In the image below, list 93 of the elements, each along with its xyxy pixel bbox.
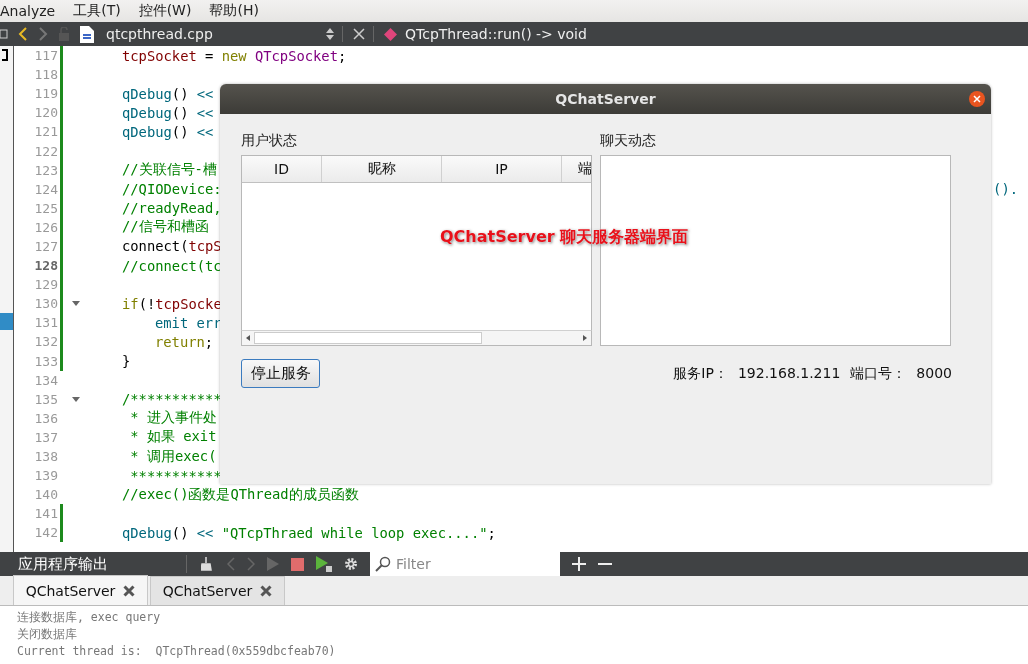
fold-arrow-icon[interactable] (72, 301, 80, 307)
close-icon[interactable] (969, 91, 985, 107)
line-number: 124 (33, 181, 58, 197)
line-number: 121 (33, 124, 58, 140)
line-number: 122 (33, 143, 58, 159)
code-line: *********** (129, 467, 222, 484)
line-number: 128 (33, 258, 58, 274)
fold-arrow-icon[interactable] (72, 396, 80, 402)
server-ip: 192.168.1.211 (737, 364, 841, 383)
stop-service-button[interactable]: 停止服务 (241, 359, 320, 388)
column-header[interactable]: IP (442, 156, 562, 182)
code-line: if(!tcpSocke (122, 295, 222, 312)
dropdown-arrows-icon[interactable] (326, 27, 334, 41)
line-number: 142 (33, 525, 58, 541)
menu-item[interactable]: Analyze (0, 3, 56, 19)
line-number: 123 (33, 162, 58, 178)
line-number: 117 (33, 48, 58, 64)
output-tab[interactable]: QChatServer (13, 575, 148, 605)
section-label: 聊天动态 (600, 131, 657, 150)
code-line: tcpSocket = new QTcpSocket; (122, 47, 347, 64)
code-line: //connect(tc (122, 257, 222, 274)
panel-title: 应用程序输出 (18, 554, 109, 574)
line-number: 132 (33, 334, 58, 350)
line-number: 135 (33, 391, 58, 407)
line-number: 137 (33, 429, 58, 445)
line-number: 126 (33, 219, 58, 235)
code-line: //信号和槽函 (122, 218, 209, 237)
port-value: 8000 (916, 364, 952, 383)
plus-icon[interactable] (572, 557, 586, 571)
code-line: return; (155, 333, 214, 350)
search-icon (375, 556, 391, 572)
menu-item[interactable]: 控件(W) (138, 2, 192, 20)
close-icon[interactable] (123, 584, 136, 597)
settings-icon[interactable] (344, 557, 358, 571)
code-line: * 调用exec( (129, 447, 217, 466)
code-line: //readyRead, (122, 200, 222, 217)
code-line: qDebug() << (122, 104, 214, 121)
code-fragment: (). (993, 181, 1018, 198)
line-number: 120 (33, 105, 58, 121)
line-number: 131 (33, 315, 58, 331)
line-number: 139 (33, 468, 58, 484)
code-line: qDebug() << "QTcpThraed while loop exec...."; (122, 524, 496, 541)
stop-icon[interactable] (291, 557, 304, 571)
cpp-file-icon (80, 25, 94, 43)
bracket-icon (2, 49, 8, 61)
column-header[interactable]: 昵称 (322, 156, 442, 182)
line-number: 118 (33, 67, 58, 83)
back-icon[interactable] (18, 27, 28, 41)
output-line: Current thread is: QTcpThread(0x559dbcfeab70) (17, 643, 337, 660)
split-icon[interactable] (0, 28, 8, 40)
output-line: 关闭数据库 (17, 626, 78, 643)
filter-field[interactable]: Filter (370, 552, 560, 576)
horizontal-scrollbar[interactable] (241, 330, 592, 346)
code-line: //关联信号-槽 (122, 161, 217, 180)
close-icon[interactable] (260, 585, 273, 597)
line-number: 138 (33, 449, 58, 464)
line-number: 129 (33, 277, 58, 293)
output-line: 连接数据库, exec query (17, 609, 162, 626)
code-line: connect(tcpS (122, 238, 222, 255)
scrollbar-thumb[interactable] (254, 332, 482, 344)
column-header[interactable]: ID (242, 156, 322, 182)
broom-icon[interactable] (201, 557, 215, 571)
code-line: emit err (155, 314, 222, 331)
line-number: 119 (33, 86, 58, 102)
line-number: 136 (33, 410, 58, 426)
line-number: 125 (33, 200, 58, 216)
code-line: /*********** (122, 391, 222, 408)
code-line: //QIODevice: (122, 181, 222, 198)
line-number: 130 (33, 296, 58, 312)
dialog-title: QChatServer (555, 91, 656, 107)
debug-run-icon[interactable] (316, 556, 332, 572)
output-tab[interactable]: QChatServer (150, 576, 285, 605)
line-number: 141 (33, 506, 58, 522)
line-number: 133 (33, 353, 58, 369)
code-line: * 如果 exit (129, 428, 217, 447)
code-line: qDebug() << (122, 85, 214, 102)
server-ip-label: 服务IP： (673, 364, 728, 383)
code-line: qDebug() << (122, 123, 214, 140)
line-number: 127 (33, 239, 58, 254)
section-label: 用户状态 (241, 131, 298, 150)
code-line: * 进入事件处 (129, 409, 217, 428)
menu-item[interactable]: 工具(T) (73, 2, 121, 20)
diamond-icon (384, 27, 397, 41)
code-line: } (122, 353, 131, 370)
annotation-text: QChatServer 聊天服务器端界面 (440, 227, 689, 248)
code-line: //exec()函数是QThread的成员函数 (122, 485, 359, 504)
menu-item[interactable]: 帮助(H) (209, 2, 259, 20)
line-number: 140 (33, 487, 58, 503)
line-number: 134 (33, 372, 58, 388)
file-name[interactable]: qtcpthread.cpp (106, 26, 316, 42)
function-selector[interactable]: QTcpThread::run() -> void (405, 26, 587, 42)
column-header[interactable]: 端 (562, 156, 591, 182)
port-label: 端口号： (850, 364, 907, 383)
